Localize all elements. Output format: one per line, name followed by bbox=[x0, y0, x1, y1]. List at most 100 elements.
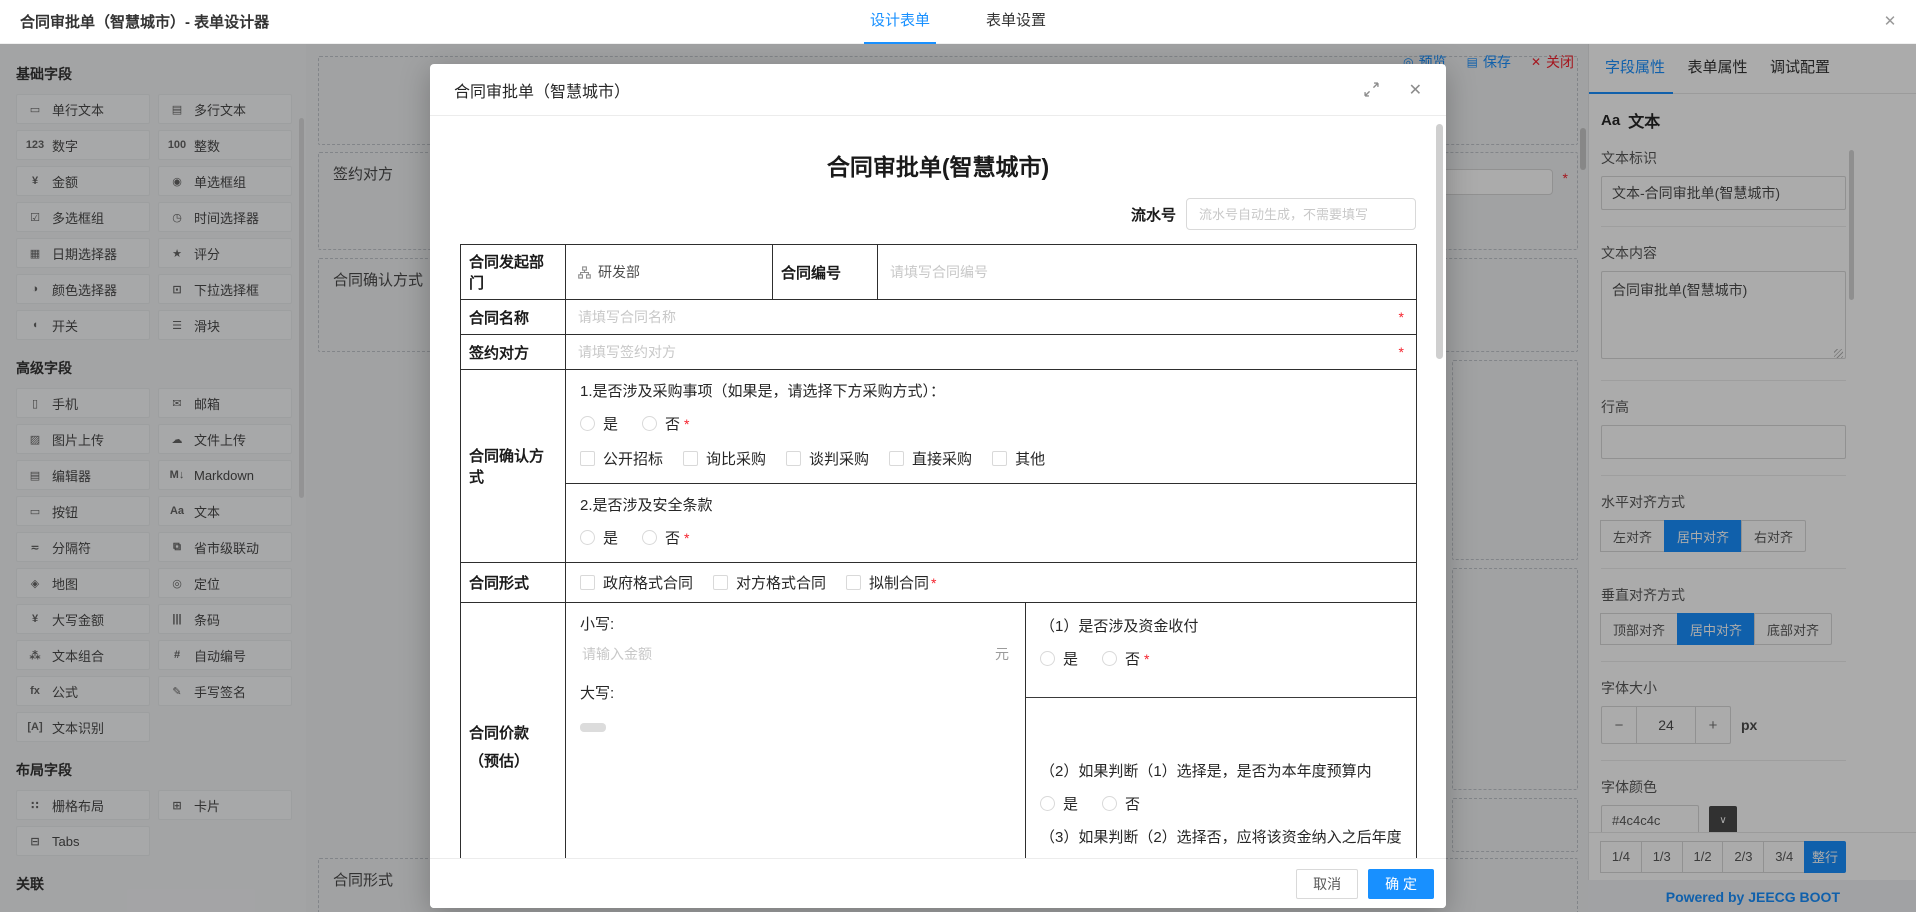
table-row: 合同确认方式 1.是否涉及采购事项（如果是，请选择下方采购方式）： 是 否 * … bbox=[460, 369, 1417, 563]
contract-no-input[interactable]: 请填写合同编号 bbox=[878, 262, 1416, 282]
question-text: 1.是否涉及采购事项（如果是，请选择下方采购方式）： bbox=[580, 383, 946, 400]
question-text: 2.是否涉及安全条款 bbox=[580, 497, 713, 514]
purchase-question-block: 1.是否涉及采购事项（如果是，请选择下方采购方式）： 是 否 * 公开招标 询比… bbox=[566, 370, 1416, 484]
required-mark: * bbox=[684, 415, 690, 432]
radio-option[interactable]: 否 bbox=[1102, 648, 1140, 669]
table-row: 合同形式 政府格式合同 对方格式合同 拟制合同 * bbox=[460, 562, 1417, 603]
checkbox-option[interactable]: 询比采购 bbox=[683, 448, 766, 469]
designer-tabs: 设计表单 表单设置 bbox=[863, 0, 1046, 44]
checkbox-option[interactable]: 政府格式合同 bbox=[580, 572, 693, 593]
confirm-label: 合同确认方式 bbox=[460, 369, 566, 563]
radio-icon[interactable] bbox=[642, 416, 658, 431]
fund-block: （1）是否涉及资金收付 是 否 * （2）如果判断（1）选择是，是否为本年度预算… bbox=[1026, 603, 1416, 858]
serial-input[interactable] bbox=[1186, 198, 1416, 230]
required-mark: * bbox=[931, 574, 937, 591]
contract-name-label: 合同名称 bbox=[460, 299, 566, 335]
checkbox-icon[interactable] bbox=[683, 451, 699, 466]
radio-group: 是 否 * bbox=[1040, 648, 1402, 669]
checkbox-group: 政府格式合同 对方格式合同 拟制合同 * bbox=[566, 563, 1416, 602]
amount-unit: 元 bbox=[995, 646, 1009, 662]
radio-icon[interactable] bbox=[580, 530, 595, 545]
radio-icon[interactable] bbox=[1040, 796, 1055, 811]
checkbox-option[interactable]: 公开招标 bbox=[580, 448, 663, 469]
top-bar: 合同审批单（智慧城市）- 表单设计器 设计表单 表单设置 ✕ bbox=[0, 0, 1916, 44]
required-mark: * bbox=[1144, 650, 1150, 667]
table-row: 合同发起部门 研发部 合同编号 请填写合同编号 bbox=[460, 244, 1417, 300]
modal-title: 合同审批单（智慧城市） bbox=[454, 83, 631, 101]
modal-scrollbar[interactable] bbox=[1436, 124, 1443, 359]
contract-name-input[interactable]: 请填写合同名称 * bbox=[566, 307, 1416, 327]
radio-option[interactable]: 否 bbox=[642, 413, 680, 434]
dept-select[interactable]: 研发部 bbox=[566, 262, 772, 282]
contract-form-modal: 合同审批单（智慧城市） ✕ 合同审批单(智慧城市) 流水号 合同发起部门 bbox=[430, 64, 1446, 908]
checkbox-icon[interactable] bbox=[889, 451, 905, 466]
radio-option[interactable]: 是 bbox=[580, 413, 618, 434]
modal-close-icon[interactable]: ✕ bbox=[1409, 80, 1422, 100]
close-icon[interactable]: ✕ bbox=[1880, 12, 1900, 32]
safety-question-block: 2.是否涉及安全条款 是 否 * bbox=[566, 484, 1416, 562]
maximize-icon[interactable] bbox=[1363, 82, 1379, 97]
checkbox-icon[interactable] bbox=[786, 451, 802, 466]
amount-lower-label: 小写: bbox=[580, 616, 615, 633]
checkbox-icon[interactable] bbox=[992, 451, 1008, 466]
radio-option[interactable]: 是 bbox=[1040, 793, 1078, 814]
serial-label: 流水号 bbox=[1130, 206, 1176, 224]
serial-row: 流水号 bbox=[460, 198, 1416, 230]
modal-footer: 取消 确 定 bbox=[430, 858, 1446, 908]
tab-designer[interactable]: 表单设置 bbox=[986, 0, 1046, 44]
radio-option[interactable]: 是 bbox=[1040, 648, 1078, 669]
checkbox-option[interactable]: 其他 bbox=[992, 448, 1045, 469]
divider bbox=[1026, 697, 1416, 698]
radio-icon[interactable] bbox=[1102, 651, 1118, 666]
table-row: 合同价款 （预估） 小写: 请输入金额 元 大写: （1）是否涉及资金收付 是 … bbox=[460, 602, 1417, 858]
page-title: 合同审批单（智慧城市）- 表单设计器 bbox=[20, 14, 270, 31]
org-icon bbox=[578, 265, 591, 279]
party-label: 签约对方 bbox=[460, 334, 566, 370]
table-row: 合同名称 请填写合同名称 * bbox=[460, 299, 1417, 335]
dept-label: 合同发起部门 bbox=[460, 244, 566, 300]
checkbox-group: 公开招标 询比采购 谈判采购 直接采购 其他 bbox=[580, 448, 1402, 469]
form-designer-app: 合同审批单（智慧城市）- 表单设计器 设计表单 表单设置 ✕ 基础字段 ▭ 单行文本… bbox=[0, 0, 1916, 912]
required-mark: * bbox=[1398, 309, 1404, 325]
checkbox-icon[interactable] bbox=[580, 451, 595, 466]
ok-button[interactable]: 确 定 bbox=[1368, 868, 1434, 899]
checkbox-option[interactable]: 拟制合同 bbox=[846, 572, 929, 593]
radio-icon[interactable] bbox=[642, 530, 658, 545]
party-input[interactable]: 请填写签约对方 * bbox=[566, 342, 1416, 362]
checkbox-icon[interactable] bbox=[580, 575, 595, 590]
table-row: 签约对方 请填写签约对方 * bbox=[460, 334, 1417, 370]
question-text: （3）如果判断（2）选择否，应将该资金纳入之后年度预算内 bbox=[1040, 829, 1402, 858]
form-title: 合同审批单(智慧城市) bbox=[826, 154, 1050, 180]
amount-input[interactable]: 请输入金额 元 bbox=[580, 644, 1011, 664]
checkbox-option[interactable]: 直接采购 bbox=[889, 448, 972, 469]
price-label: 合同价款 bbox=[469, 724, 530, 742]
cancel-button[interactable]: 取消 bbox=[1296, 868, 1359, 899]
radio-icon[interactable] bbox=[1040, 651, 1055, 666]
radio-icon[interactable] bbox=[580, 416, 595, 431]
amount-upper-label: 大写: bbox=[580, 685, 615, 702]
checkbox-icon[interactable] bbox=[713, 575, 729, 590]
required-mark: * bbox=[1398, 344, 1404, 360]
dept-value: 研发部 bbox=[598, 264, 640, 280]
tab-designer[interactable]: 设计表单 bbox=[863, 0, 937, 44]
contract-table: 合同发起部门 研发部 合同编号 请填写合同编号 合同名称 请填写合同名称 * 签… bbox=[460, 244, 1417, 858]
question-text: （1）是否涉及资金收付 bbox=[1040, 618, 1199, 635]
radio-option[interactable]: 否 bbox=[642, 527, 680, 548]
radio-group: 是 否 * bbox=[580, 527, 1402, 548]
price-label-2: （预估） bbox=[469, 753, 530, 770]
amount-block: 小写: 请输入金额 元 大写: bbox=[566, 603, 1026, 858]
checkbox-icon[interactable] bbox=[846, 575, 862, 590]
radio-group: 是 否 bbox=[1040, 793, 1402, 814]
checkbox-option[interactable]: 谈判采购 bbox=[786, 448, 869, 469]
radio-icon[interactable] bbox=[1102, 796, 1118, 811]
radio-group: 是 否 * bbox=[580, 413, 1402, 434]
radio-option[interactable]: 否 bbox=[1102, 793, 1140, 814]
contract-no-label: 合同编号 bbox=[772, 244, 878, 300]
required-mark: * bbox=[684, 529, 690, 546]
checkbox-option[interactable]: 对方格式合同 bbox=[713, 572, 826, 593]
radio-option[interactable]: 是 bbox=[580, 527, 618, 548]
modal-header: 合同审批单（智慧城市） ✕ bbox=[430, 64, 1446, 116]
amount-upper-value bbox=[580, 723, 606, 732]
question-text: （2）如果判断（1）选择是，是否为本年度预算内 bbox=[1040, 763, 1372, 780]
contract-form-label: 合同形式 bbox=[460, 562, 566, 603]
